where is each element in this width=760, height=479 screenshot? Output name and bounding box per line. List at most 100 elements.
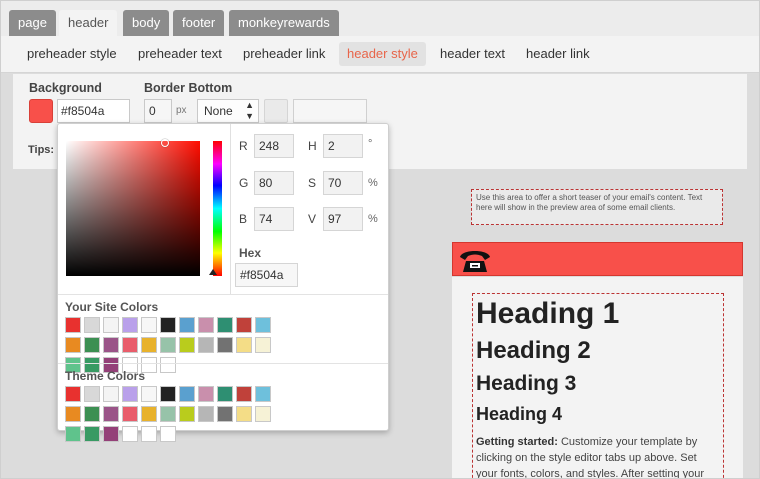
color-swatch[interactable] xyxy=(65,386,81,402)
getting-started-paragraph: Getting started: Customize your template… xyxy=(476,434,720,478)
color-swatch[interactable] xyxy=(198,337,214,353)
color-picker-popup: R 248 H 2 ° G 80 S 70 % B 74 V 97 % Hex … xyxy=(57,123,389,442)
color-swatch[interactable] xyxy=(122,426,138,442)
color-swatch[interactable] xyxy=(122,406,138,422)
b-input[interactable]: 74 xyxy=(254,207,294,231)
background-hex-input[interactable]: #f8504a xyxy=(57,99,130,123)
h-input[interactable]: 2 xyxy=(323,134,363,158)
color-swatch[interactable] xyxy=(84,317,100,333)
email-designer: page header body footer monkeyrewards pr… xyxy=(0,0,760,479)
sub-tab-bar: preheader style preheader text preheader… xyxy=(1,36,759,73)
color-swatch[interactable] xyxy=(236,337,252,353)
color-swatch[interactable] xyxy=(179,317,195,333)
color-swatch[interactable] xyxy=(84,406,100,422)
color-swatch[interactable] xyxy=(141,337,157,353)
border-width-input[interactable]: 0 xyxy=(144,99,172,123)
color-swatch[interactable] xyxy=(236,317,252,333)
background-label: Background xyxy=(29,81,102,95)
preheader-teaser[interactable]: Use this area to offer a short teaser of… xyxy=(471,189,723,225)
color-swatch[interactable] xyxy=(103,406,119,422)
color-swatch[interactable] xyxy=(198,406,214,422)
color-swatch[interactable] xyxy=(160,386,176,402)
heading-4: Heading 4 xyxy=(476,404,563,424)
subtab-header-text[interactable]: header text xyxy=(432,42,513,66)
s-input[interactable]: 70 xyxy=(323,171,363,195)
color-swatch[interactable] xyxy=(65,406,81,422)
picker-divider xyxy=(230,124,231,294)
color-swatch[interactable] xyxy=(217,337,233,353)
color-swatch[interactable] xyxy=(103,317,119,333)
v-input[interactable]: 97 xyxy=(323,207,363,231)
background-color-swatch[interactable] xyxy=(29,99,53,123)
color-swatch[interactable] xyxy=(103,337,119,353)
g-input[interactable]: 80 xyxy=(254,171,294,195)
heading-3: Heading 3 xyxy=(476,372,577,395)
color-swatch[interactable] xyxy=(217,386,233,402)
color-swatch[interactable] xyxy=(141,317,157,333)
color-swatch[interactable] xyxy=(217,317,233,333)
color-swatch[interactable] xyxy=(179,386,195,402)
color-swatch[interactable] xyxy=(65,426,81,442)
color-swatch[interactable] xyxy=(122,317,138,333)
color-swatch[interactable] xyxy=(236,406,252,422)
color-swatch[interactable] xyxy=(160,426,176,442)
tab-monkeyrewards[interactable]: monkeyrewards xyxy=(229,10,339,36)
color-swatch[interactable] xyxy=(122,386,138,402)
tab-body[interactable]: body xyxy=(123,10,170,36)
section-divider xyxy=(58,363,388,364)
border-color-swatch[interactable] xyxy=(264,99,288,123)
color-swatch[interactable] xyxy=(255,317,271,333)
color-swatch[interactable] xyxy=(179,337,195,353)
r-input[interactable]: 248 xyxy=(254,134,294,158)
color-swatch[interactable] xyxy=(255,337,271,353)
subtab-preheader-link[interactable]: preheader link xyxy=(235,42,333,66)
color-swatch[interactable] xyxy=(84,337,100,353)
color-swatch[interactable] xyxy=(65,337,81,353)
subtab-header-link[interactable]: header link xyxy=(518,42,598,66)
subtab-preheader-text[interactable]: preheader text xyxy=(130,42,230,66)
subtab-header-style[interactable]: header style xyxy=(339,42,426,66)
tab-footer[interactable]: footer xyxy=(173,10,225,36)
color-swatch[interactable] xyxy=(160,406,176,422)
color-swatch[interactable] xyxy=(255,386,271,402)
sv-handle[interactable] xyxy=(161,139,169,147)
s-label: S xyxy=(308,176,317,190)
header-preview[interactable] xyxy=(452,242,743,276)
border-style-select[interactable]: None ▲ ▼ xyxy=(197,99,259,123)
color-swatch[interactable] xyxy=(198,317,214,333)
phone-icon xyxy=(460,251,490,272)
color-swatch[interactable] xyxy=(160,317,176,333)
theme-colors-title: Theme Colors xyxy=(65,369,146,383)
subtab-preheader-style[interactable]: preheader style xyxy=(19,42,125,66)
color-swatch[interactable] xyxy=(84,386,100,402)
color-swatch[interactable] xyxy=(141,406,157,422)
border-color-input[interactable] xyxy=(293,99,367,123)
hex-input[interactable]: #f8504a xyxy=(235,263,298,287)
site-colors-title: Your Site Colors xyxy=(65,300,159,314)
color-swatch[interactable] xyxy=(160,337,176,353)
tab-page[interactable]: page xyxy=(9,10,56,36)
color-swatch[interactable] xyxy=(103,426,119,442)
color-swatch[interactable] xyxy=(198,386,214,402)
color-swatch[interactable] xyxy=(160,357,176,373)
r-label: R xyxy=(239,139,248,153)
tab-header[interactable]: header xyxy=(59,10,118,36)
g-label: G xyxy=(239,176,249,190)
color-swatch[interactable] xyxy=(236,386,252,402)
hue-slider[interactable] xyxy=(209,141,222,276)
color-swatch[interactable] xyxy=(84,426,100,442)
color-swatch[interactable] xyxy=(103,386,119,402)
body-preview: Heading 1 Heading 2 Heading 3 Heading 4 … xyxy=(452,277,743,478)
color-swatch[interactable] xyxy=(217,406,233,422)
hue-handle-icon[interactable] xyxy=(209,269,217,275)
color-swatch[interactable] xyxy=(122,337,138,353)
color-swatch[interactable] xyxy=(141,386,157,402)
color-swatch[interactable] xyxy=(179,406,195,422)
saturation-value-box[interactable] xyxy=(66,139,200,276)
color-swatch[interactable] xyxy=(255,406,271,422)
v-unit: % xyxy=(368,213,378,225)
color-swatch[interactable] xyxy=(141,426,157,442)
border-bottom-label: Border Bottom xyxy=(144,81,233,95)
border-unit-label: px xyxy=(176,105,187,116)
color-swatch[interactable] xyxy=(65,317,81,333)
